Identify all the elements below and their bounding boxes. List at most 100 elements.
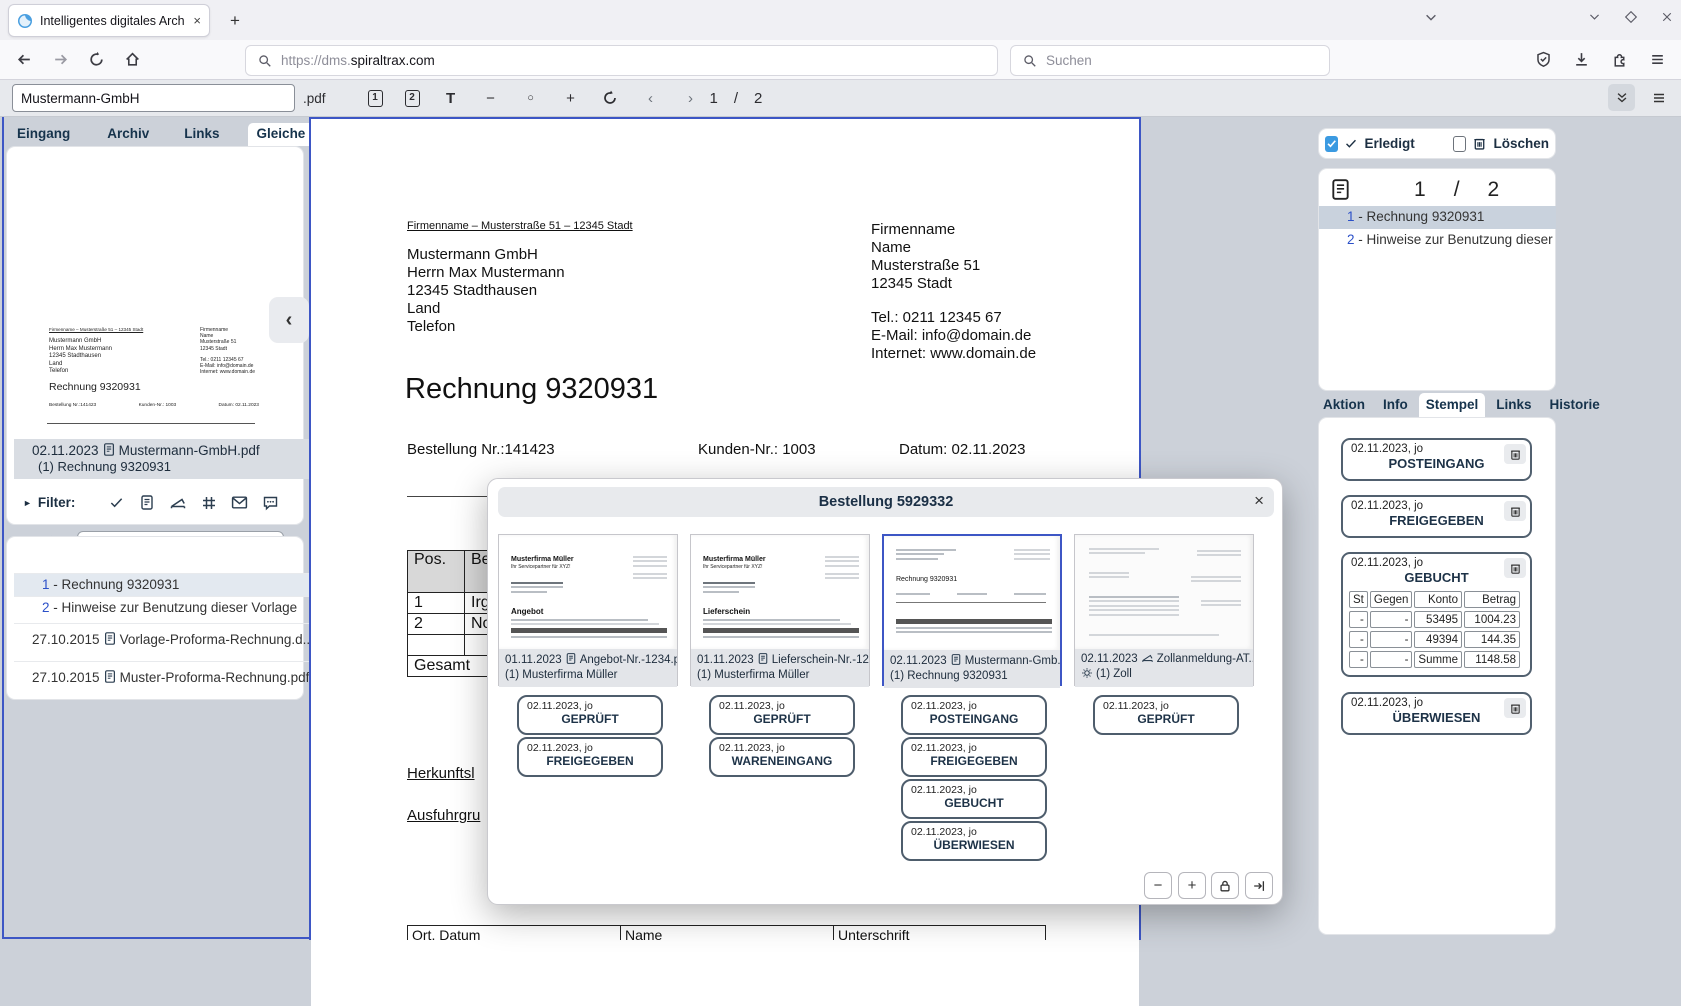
mini-line [1201,604,1241,606]
document-filter-icon[interactable] [139,494,155,511]
done-checkbox[interactable] [1325,136,1338,152]
tab-historie[interactable]: Historie [1543,393,1607,417]
page-two-tool[interactable]: 2 [405,90,420,107]
linked-doc-card-angebot[interactable]: Musterfirma MüllerIhr Servicepartner für… [498,534,678,686]
page-one-tool[interactable]: 1 [368,90,383,107]
page-list-item[interactable]: 1 - Rechnung 9320931 [1319,206,1556,229]
mini-line [957,593,987,595]
close-window-button[interactable] [1661,11,1673,23]
thumb-sender: FirmennameNameMusterstraße 5112345 Stadt [200,327,236,352]
source-file-item[interactable]: 27.10.2015Vorlage-Proforma-Rechnung.d... [14,623,310,655]
page-list-item[interactable]: 2 - Hinweise zur Benutzung dieser Vo... [1319,229,1556,252]
stamp-ueberwiesen[interactable]: 02.11.2023, jo ÜBERWIESEN [1341,692,1532,735]
maximize-button[interactable] [1625,11,1637,23]
check-filter-icon[interactable] [108,495,125,510]
linked-doc-card-lieferschein[interactable]: Musterfirma MüllerIhr Servicepartner für… [690,534,870,686]
modal-lock-button[interactable] [1211,872,1239,899]
modal-zoom-out-button[interactable]: − [1144,872,1172,899]
mini-line [825,573,859,575]
mini-line [1014,593,1046,595]
collapse-preview-button[interactable]: ‹ [269,297,309,343]
source-page-item[interactable]: 2 - Hinweise zur Benutzung dieser Vorlag… [14,596,310,619]
tab-close-icon[interactable]: × [193,13,201,28]
delete-stamp-button[interactable] [1504,558,1526,578]
new-tab-button[interactable]: + [222,8,248,34]
tab-gleiche[interactable]: Gleiche [248,123,315,146]
source-page-item[interactable]: 1 - Rechnung 9320931 [14,573,310,596]
collapse-toolbar-button[interactable] [1608,84,1635,111]
modal-transfer-button[interactable] [1245,872,1273,899]
mini-line [896,627,1052,629]
next-page-button[interactable]: › [682,90,700,107]
mini-line [1089,576,1129,578]
viewer-tools: 1 2 T − ○ + ‹ › [368,90,700,107]
mini-line [1191,576,1241,578]
delete-stamp-button[interactable] [1504,501,1526,521]
reload-button[interactable] [82,46,110,74]
pocket-icon[interactable] [1529,45,1557,73]
stamp-posteingang[interactable]: 02.11.2023, jo POSTEINGANG [1341,438,1532,481]
source-file-item[interactable]: 27.10.2015Muster-Proforma-Rechnung.pdf [14,661,310,693]
url-bar[interactable]: https://dms. spiraltrax.com [245,45,998,76]
tab-title: Intelligentes digitales Arch [40,14,186,28]
scanner-filter-icon[interactable] [169,495,187,511]
doc-caption: 01.11.2023Angebot-Nr.-1234.pdf (1) Muste… [499,649,677,687]
rotate-tool-icon[interactable] [602,90,620,106]
filter-expand-arrow[interactable]: ► [23,498,32,508]
menu-icon[interactable] [1643,45,1671,73]
bestellung-modal: Bestellung 5929332 × Musterfirma MüllerI… [487,478,1283,905]
comment-filter-icon[interactable] [262,495,279,511]
tab-info[interactable]: Info [1376,393,1415,417]
email-filter-icon[interactable] [231,495,248,510]
mini-line [511,586,563,588]
app-menu-icon[interactable] [1651,90,1667,106]
prev-page-button[interactable]: ‹ [642,90,660,107]
tab-list-chevron-icon[interactable] [1424,10,1438,24]
modal-stamp: 02.11.2023, joGEPRÜFT [709,695,855,735]
mini-line [633,565,667,567]
stamp-freigegeben[interactable]: 02.11.2023, jo FREIGEGEBEN [1341,495,1532,538]
status-panel: Erledigt Löschen [1318,128,1556,159]
home-button[interactable] [118,46,146,74]
tab-links[interactable]: Links [1489,393,1538,417]
forward-button[interactable] [46,46,74,74]
tab-stempel[interactable]: Stempel [1419,393,1486,417]
tab-archiv[interactable]: Archiv [98,123,158,146]
back-button[interactable] [10,46,38,74]
modal-zoom-in-button[interactable]: + [1178,872,1206,899]
browser-search-input[interactable] [1046,53,1276,68]
tab-eingang[interactable]: Eingang [8,123,79,146]
grid-filter-icon[interactable] [201,495,217,511]
zoom-reset-tool[interactable]: ○ [522,92,540,104]
zoom-in-tool[interactable]: + [562,90,580,107]
delete-label: Löschen [1493,136,1549,151]
minimize-button[interactable] [1588,10,1601,23]
zoom-out-tool[interactable]: − [482,90,500,107]
current-file-item[interactable]: 02.11.2023Mustermann-GmbH.pdf (1) Rechnu… [14,439,310,479]
delete-stamp-button[interactable] [1504,444,1526,464]
url-prefix: https://dms. [281,53,351,68]
document-thumbnail[interactable]: Firmenname – Musterstraße 51 – 12345 Sta… [37,305,267,437]
tab-links[interactable]: Links [175,123,228,146]
extensions-icon[interactable] [1605,45,1633,73]
gear-icon [1081,667,1093,679]
delete-checkbox[interactable] [1453,136,1467,152]
mini-line [825,556,859,558]
text-tool[interactable]: T [442,90,460,107]
document-page-2-area [311,940,1139,1006]
pager-separator: / [1454,178,1460,202]
linked-doc-card-rechnung[interactable]: Rechnung 9320931 02.11.2023Mustermann-Gm… [882,534,1062,686]
filename-input[interactable] [12,84,295,112]
mini-line [633,556,667,558]
modal-close-icon[interactable]: × [1254,491,1264,511]
doc-origin-label: Herkunftsl [407,765,475,782]
document-icon [950,653,962,666]
stamp-gebucht[interactable]: 02.11.2023, jo GEBUCHT St Gegen Konto Be… [1341,552,1532,677]
mini-table-header [511,628,667,633]
browser-search-bar[interactable] [1010,45,1330,76]
tab-aktion[interactable]: Aktion [1316,393,1372,417]
linked-doc-card-zoll[interactable]: 02.11.2023Zollanmeldung-AT... (1) Zoll [1074,534,1254,686]
browser-tab[interactable]: Intelligentes digitales Arch × [8,4,210,37]
downloads-icon[interactable] [1567,45,1595,73]
delete-stamp-button[interactable] [1504,698,1526,718]
